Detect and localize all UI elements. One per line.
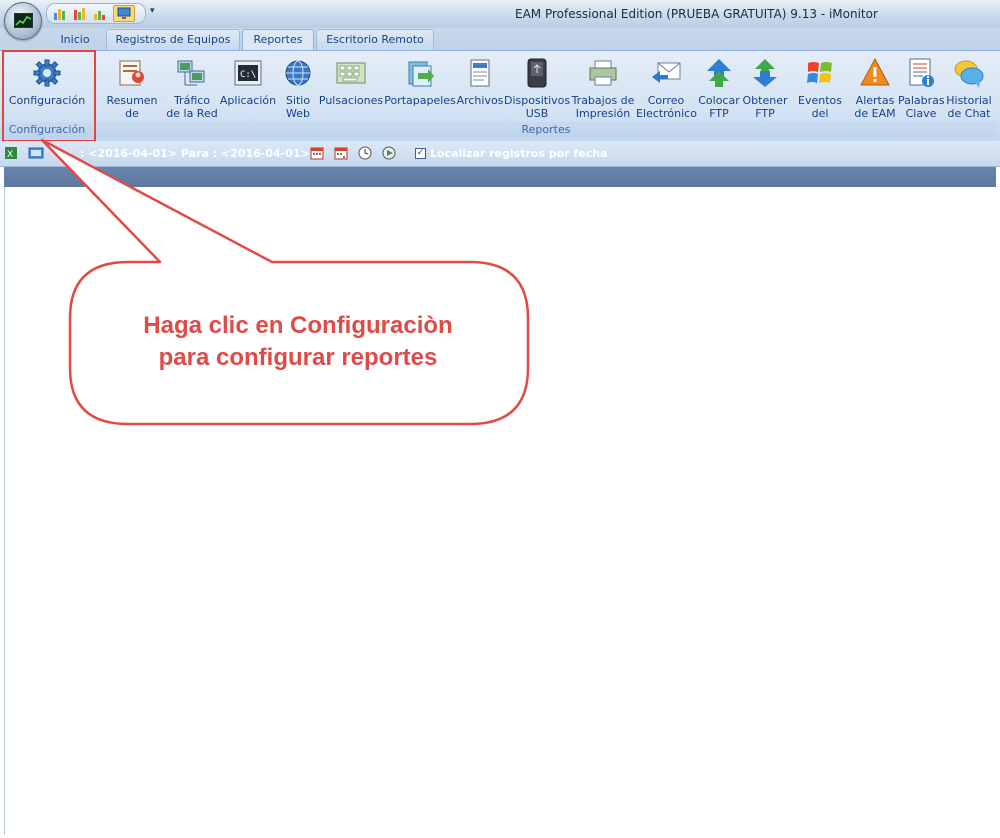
app-logo-icon [14,13,33,28]
app-menu-button[interactable] [4,2,42,40]
callout-bubble [40,138,530,426]
callout-text: Haga clic en Configuraciòn para configur… [143,312,453,371]
